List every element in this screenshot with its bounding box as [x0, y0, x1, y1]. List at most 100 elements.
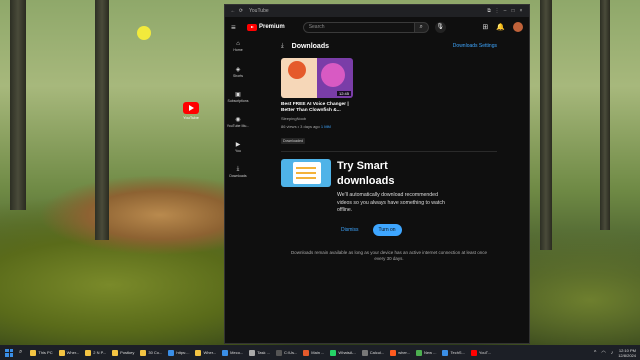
youtube-music-icon: ◉: [235, 117, 241, 123]
minimize-icon[interactable]: –: [501, 8, 509, 14]
taskbar-app[interactable]: Task ...: [247, 347, 272, 358]
taskbar-app-label: Task ...: [257, 350, 270, 355]
page-title: Downloads: [291, 42, 329, 50]
video-duration: 12:45: [336, 91, 351, 96]
taskbar-app[interactable]: New ...: [414, 347, 438, 358]
turn-on-button[interactable]: Turn on: [372, 223, 402, 236]
video-title[interactable]: Best FREE AI Voice Changer | Better Than…: [281, 102, 355, 114]
taskbar-app[interactable]: Main ...: [301, 347, 326, 358]
promo-description: We'll automatically download recommended…: [337, 192, 445, 213]
taskbar-app[interactable]: 2 N P...: [83, 347, 108, 358]
app-icon: [58, 349, 65, 356]
downloads-page: ⤓ Downloads Downloads Settings 12:45 Bes…: [281, 41, 497, 263]
sidebar-item-youtube-music[interactable]: ◉ YouTube Mu...: [225, 112, 251, 137]
search-icon[interactable]: ⌕: [19, 349, 22, 356]
app-icon: [303, 349, 310, 356]
dismiss-button[interactable]: Dismiss: [337, 225, 363, 235]
wifi-icon[interactable]: ◠: [601, 350, 605, 356]
app-icon: [85, 349, 92, 356]
taskbar-app[interactable]: Wher...: [57, 347, 82, 358]
volume-icon[interactable]: ♪: [611, 350, 614, 356]
smart-downloads-promo: Try Smart downloads We'll automatically …: [281, 159, 497, 236]
extensions-icon[interactable]: ⧉: [485, 8, 493, 14]
chevron-up-icon[interactable]: ^: [594, 350, 596, 356]
tree-trunk: [10, 0, 26, 210]
sidebar-item-you[interactable]: ▶ You: [225, 137, 251, 162]
app-icon: [249, 349, 256, 356]
sidebar-item-label: Shorts: [232, 74, 244, 78]
taskbar-app[interactable]: wher...: [388, 347, 412, 358]
app-icon: [275, 349, 282, 356]
app-icon: [112, 349, 119, 356]
sidebar-item-downloads[interactable]: ⤓ Downloads: [225, 162, 251, 187]
taskbar-app-label: 2 N P...: [93, 350, 107, 355]
close-icon[interactable]: ×: [517, 8, 525, 14]
sidebar: ⌂ Home ◈ Shorts ▣ Subscriptions ◉ YouTub…: [225, 37, 251, 187]
title-bar: ← ⟳ YouTube ⧉ ⋮ – □ ×: [225, 5, 529, 17]
desktop-youtube-shortcut[interactable]: YouTube: [180, 102, 202, 120]
taskbar-app[interactable]: Wher...: [193, 347, 218, 358]
system-tray: ^ ◠ ♪ 12:10 PM 12/8/2024: [594, 348, 640, 358]
youtube-premium-logo[interactable]: Premium: [247, 23, 285, 31]
clock-time: 12:10 PM: [618, 347, 636, 353]
youtube-icon: [183, 102, 199, 114]
create-video-icon[interactable]: ⊞: [482, 23, 488, 31]
youtube-app-window: ← ⟳ YouTube ⧉ ⋮ – □ × ≡ Premium Search ⌕…: [224, 4, 530, 344]
back-arrow-icon[interactable]: ←: [229, 8, 237, 14]
app-icon: [416, 349, 423, 356]
taskbar-app[interactable]: 30 Co...: [138, 347, 164, 358]
search-icon[interactable]: ⌕: [414, 21, 429, 33]
sidebar-item-shorts[interactable]: ◈ Shorts: [225, 62, 251, 87]
app-icon: [168, 349, 175, 356]
thumbnail-graphic: [321, 63, 345, 87]
illustration-bar: [296, 172, 316, 174]
taskbar-app[interactable]: Meco...: [220, 347, 245, 358]
logo-text: Premium: [259, 24, 285, 30]
app-icon: [140, 349, 147, 356]
tree-trunk: [540, 0, 552, 250]
video-thumbnail[interactable]: 12:45: [281, 58, 353, 98]
taskbar-app-label: Postkey: [120, 350, 135, 355]
app-icon: [30, 349, 37, 356]
downloads-availability-note: Downloads remain available as long as yo…: [290, 249, 488, 262]
taskbar-app[interactable]: WhatsA...: [328, 347, 357, 358]
taskbar-app-label: 30 Co...: [148, 350, 163, 355]
app-icon: [470, 349, 477, 356]
menu-dots-icon[interactable]: ⋮: [493, 8, 501, 14]
sidebar-item-home[interactable]: ⌂ Home: [225, 37, 251, 62]
taskbar-app[interactable]: YouT...: [469, 347, 493, 358]
taskbar-app-label: wher...: [398, 350, 411, 355]
app-icon: [390, 349, 397, 356]
taskbar-app[interactable]: Postkey: [110, 347, 136, 358]
avatar[interactable]: [513, 22, 523, 32]
taskbar-app[interactable]: https:...: [166, 347, 191, 358]
notifications-bell-icon[interactable]: 🔔: [496, 23, 505, 31]
microphone-icon[interactable]: 🎙: [434, 21, 446, 33]
sidebar-item-subscriptions[interactable]: ▣ Subscriptions: [225, 87, 251, 112]
download-icon: ⤓: [236, 166, 240, 172]
sidebar-item-label: Downloads: [229, 174, 247, 178]
sidebar-item-label: Subscriptions: [227, 99, 249, 103]
promo-title: Try Smart downloads: [337, 160, 395, 187]
taskbar-app[interactable]: C:\Us...: [274, 347, 299, 358]
taskbar-app-label: New ...: [424, 350, 437, 355]
reload-icon[interactable]: ⟳: [237, 8, 245, 14]
taskbar-app-label: https:...: [176, 350, 190, 355]
taskbar-app[interactable]: Calcul...: [360, 347, 386, 358]
shorts-icon: ◈: [235, 67, 241, 73]
youtube-logo-icon: [247, 23, 257, 31]
clock[interactable]: 12:10 PM 12/8/2024: [618, 348, 636, 358]
downloads-settings-link[interactable]: Downloads Settings: [453, 43, 497, 49]
maximize-icon[interactable]: □: [509, 8, 517, 14]
app-icon: [195, 349, 202, 356]
taskbar-app-label: C:\Us...: [283, 350, 298, 355]
subscriptions-icon: ▣: [235, 92, 241, 98]
taskbar-app[interactable]: This PC: [28, 347, 54, 358]
windows-start-icon[interactable]: [5, 348, 13, 357]
hamburger-menu-icon[interactable]: ≡: [231, 23, 239, 32]
taskbar-app[interactable]: TechS...: [440, 347, 466, 358]
you-icon: ▶: [235, 142, 241, 148]
search-input[interactable]: Search: [302, 21, 415, 33]
video-meta: 86 views • 3 days ago 1 MM: [281, 124, 497, 130]
sidebar-item-label: YouTube Mu...: [226, 124, 250, 128]
